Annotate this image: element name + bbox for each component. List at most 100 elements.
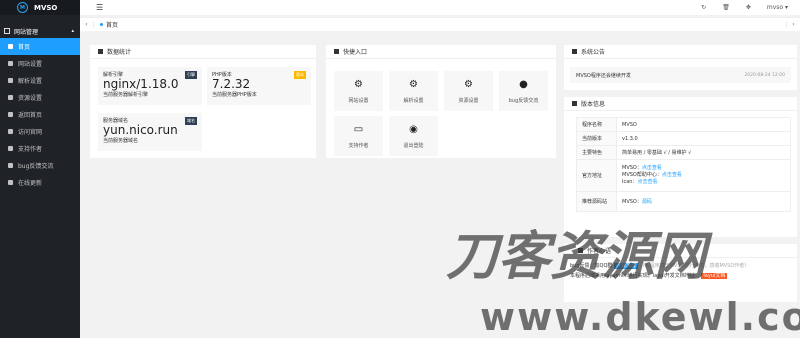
stat-php: PHP版本 7.2.32 当前服务器PHP版本 版本 [207,67,311,105]
row-value: MVSO [616,117,791,132]
gear-icon [8,78,13,83]
link-prefix: MVSO帮助中心： [622,172,662,178]
stat-domain: 服务器域名 yun.nico.run 当前服务器域名 域名 [98,113,202,151]
join-group-button[interactable]: 点我加群 [613,263,638,269]
link-prefix: MVSO： [622,199,642,205]
brand-name: MVSO [34,3,58,12]
trash-icon[interactable]: 🗑 [722,4,730,11]
card-title: 作者心语 [587,248,612,255]
card-header: 版本信息 [564,97,797,111]
fullscreen-icon[interactable]: ✥ [746,4,751,11]
sidebar-item-label: 支持作者 [18,146,43,153]
edit-icon [578,248,583,253]
sidebar-item-home[interactable]: 首页 [0,38,80,55]
sidebar-item-back-home[interactable]: 返回首页 [0,106,80,123]
layui-docs-link[interactable]: layui文档 [701,273,728,279]
quick-support-author[interactable]: ▭ 支持作者 [334,116,383,156]
tab-scroll-left-icon[interactable]: ‹ [80,21,94,28]
qq-icon: ● [519,79,528,90]
bullhorn-icon [572,49,577,54]
link-icon [8,129,13,134]
row-value: 简单易用 / 零基础 √ / 易维护 √ [616,145,791,160]
username: mvso [766,4,784,11]
tab-scroll-right-icon[interactable]: › [786,21,800,28]
chevron-up-icon: ▴ [71,28,74,34]
card-title: 数据统计 [107,49,132,56]
card-icon: ▭ [353,124,364,135]
notice-date: 2020-08-24 12:00 [744,72,785,78]
sidebar-item-label: 访问官网 [18,129,43,136]
version-card: 版本信息 程序名称 MVSO 当前版本 v1.3.0 主要特色 简单易用 / 零基础 … [564,97,797,237]
link-prefix: Ican： [622,179,638,185]
stat-sub: 当前服务器PHP版本 [212,92,257,98]
user-menu[interactable]: mvso ▾ [767,4,788,11]
table-row: 官方地址 MVSO：点击查看 MVSO帮助中心：点击查看 Ican：点击查看 [576,159,791,192]
row-key: 当前版本 [576,131,617,146]
quick-label: 解析设置 [403,98,424,104]
stat-value: 7.2.32 [212,77,251,91]
sidebar-item-bug-feedback[interactable]: bug反馈交流 [0,157,80,174]
card-title: 快捷入口 [343,49,368,56]
row-key: 主要特色 [576,145,617,160]
update-icon [8,180,13,185]
sidebar-item-site-settings[interactable]: 网站设置 [0,55,80,72]
sidebar-item-label: bug反馈交流 [18,163,54,170]
card-header: 系统公告 [564,45,797,59]
gear-icon: ⚙ [464,79,473,90]
quick-label: bug反馈交流 [508,98,539,104]
quick-site-settings[interactable]: ⚙ 网站设置 [334,71,383,111]
sidebar-group-header[interactable]: 网站管理 ▴ [0,24,80,38]
row-key: 官方地址 [576,159,617,192]
folder-icon [4,28,10,34]
mvso-link[interactable]: 点击查看 [642,165,662,171]
quick-logout[interactable]: ◉ 退出登陆 [389,116,438,156]
bug-icon [8,163,13,168]
table-row: 程序名称 MVSO [576,117,791,132]
ican-link[interactable]: 点击查看 [637,179,657,185]
stats-card: 数据统计 解析引擎 nginx/1.18.0 当前服务器解析引擎 引擎 PHP版… [90,45,316,158]
quick-parse-settings[interactable]: ⚙ 解析设置 [389,71,438,111]
source-link[interactable]: 源码 [642,199,652,205]
link-prefix: MVSO： [622,165,642,171]
menu-toggle-icon[interactable]: ☰ [96,3,103,12]
author-note: （本程序基于MVSO进行开发，感谢MVSO作者） [639,263,750,269]
row-key: 推荐源码站 [576,191,617,212]
stat-badge: 版本 [294,71,306,79]
refresh-icon[interactable]: ↻ [701,4,706,11]
quick-entry-card: 快捷入口 ⚙ 网站设置 ⚙ 解析设置 ⚙ 资源设置 ● bug反馈交流 ▭ 支持作者 ◉ 退… [326,45,556,158]
quick-bug-feedback[interactable]: ● bug反馈交流 [499,71,548,111]
help-center-link[interactable]: 点击查看 [662,172,682,178]
official-link-line: MVSO帮助中心：点击查看 [622,172,785,179]
table-row: 推荐源码站 MVSO：源码 [576,191,791,212]
author-line: bug反馈：加QQ群 点我加群 （本程序基于MVSO进行开发，感谢MVSO作者） [570,261,790,271]
sidebar-item-parse-settings[interactable]: 解析设置 [0,72,80,89]
stat-engine: 解析引擎 nginx/1.18.0 当前服务器解析引擎 引擎 [98,67,202,105]
sidebar-item-resource-settings[interactable]: 资源设置 [0,89,80,106]
home-icon [8,44,13,49]
stat-value: yun.nico.run [103,123,178,137]
quick-resource-settings[interactable]: ⚙ 资源设置 [444,71,493,111]
home-icon [8,112,13,117]
file-icon [572,101,577,106]
version-table: 程序名称 MVSO 当前版本 v1.3.0 主要特色 简单易用 / 零基础 √ / 易… [576,117,791,212]
sidebar-item-label: 返回首页 [18,112,43,119]
target-icon: ◉ [409,124,418,135]
tab-label: 首页 [106,22,119,29]
gear-icon: ⚙ [409,79,418,90]
logo[interactable]: M MVSO [0,0,80,15]
sidebar-item-official-site[interactable]: 访问官网 [0,123,80,140]
author-line: 本程序后端采用layuimini进行实现。layui开发文档地址： layui文… [570,271,790,281]
sidebar-item-support-author[interactable]: 支持作者 [0,140,80,157]
author-card: 作者心语 bug反馈：加QQ群 点我加群 （本程序基于MVSO进行开发，感谢MV… [564,244,797,302]
row-value: MVSO：点击查看 MVSO帮助中心：点击查看 Ican：点击查看 [616,159,791,192]
sidebar-group-label: 网站管理 [14,28,39,36]
tab-home[interactable]: 首页 [94,20,118,29]
gear-icon [8,95,13,100]
table-row: 当前版本 v1.3.0 [576,131,791,146]
stat-sub: 当前服务器解析引擎 [103,92,149,98]
notice-text: MVSO程序还会继续开发 [576,72,631,79]
notice-item[interactable]: MVSO程序还会继续开发 2020-08-24 12:00 [570,67,791,83]
sidebar-item-online-update[interactable]: 在线更新 [0,174,80,191]
active-dot-icon [100,23,103,26]
sidebar: M MVSO 网站管理 ▴ 首页 网站设置 解析设置 资源设置 返回首页 访问官… [0,0,80,338]
